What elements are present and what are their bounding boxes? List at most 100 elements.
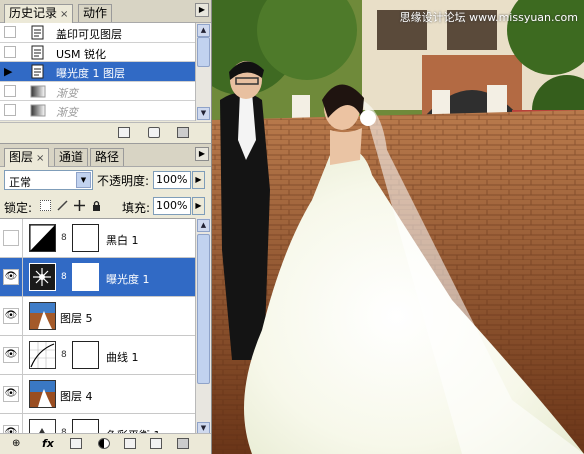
fill-label: 填充: (122, 201, 151, 215)
document-canvas[interactable]: 思缘设计论坛 www.missyuan.com (212, 0, 584, 454)
row-divider (22, 297, 23, 336)
layer-name: 曝光度 1 (106, 273, 150, 286)
curves-adjustment-icon (29, 341, 56, 369)
visibility-toggle[interactable] (3, 230, 19, 246)
watermark: 思缘设计论坛 www.missyuan.com (399, 11, 578, 24)
trash-icon[interactable] (177, 438, 189, 449)
opacity-slider-arrow-icon[interactable]: ▶ (192, 171, 205, 189)
tab-paths[interactable]: 路径 (90, 148, 125, 166)
create-snapshot-icon[interactable] (148, 127, 160, 138)
layer-name: 图层 4 (60, 390, 93, 403)
blend-mode-select[interactable]: 正常 ▼ (4, 170, 93, 190)
chain-link-icon[interactable]: 8 (61, 272, 67, 282)
eye-icon[interactable]: 👁 (3, 269, 19, 285)
scroll-thumb[interactable] (197, 234, 210, 384)
gradient-icon (30, 85, 46, 97)
layer-name: 图层 5 (60, 312, 93, 325)
fill-field[interactable]: 100% (153, 197, 191, 215)
lock-move-icon[interactable] (74, 200, 85, 211)
layer-row[interactable]: 👁 图层 4 (0, 375, 196, 414)
row-divider (22, 258, 23, 297)
history-item-selected[interactable]: ▶ 曝光度 1 图层 (0, 62, 196, 82)
layer-mask-thumbnail[interactable] (72, 263, 99, 291)
layer-mask-thumbnail[interactable] (72, 341, 99, 369)
snapshot-source-checkbox[interactable] (4, 26, 16, 38)
snapshot-source-checkbox[interactable] (4, 45, 16, 58)
history-state-icon (31, 45, 44, 59)
lock-brush-icon[interactable] (57, 200, 68, 211)
gradient-icon (30, 104, 46, 117)
history-item[interactable]: USM 锐化 (0, 43, 196, 62)
layers-tabbar: 图层 × 通道 路径 ▶ (0, 144, 211, 167)
history-panel: 历史记录 × 动作 ▶ 盖印可见图层 USM 锐化 ▶ 曝光度 1 图层 渐变 … (0, 0, 212, 143)
photo-layer-thumbnail (29, 302, 56, 330)
row-divider (22, 219, 23, 258)
layer-row[interactable]: 👁 8 曲线 1 (0, 336, 196, 375)
eye-icon[interactable]: 👁 (3, 347, 19, 363)
new-layer-icon[interactable] (150, 438, 162, 449)
layer-name: 曲线 1 (106, 351, 139, 364)
scroll-thumb[interactable] (197, 37, 210, 67)
history-item-label: 盖印可见图层 (56, 28, 122, 41)
history-item-label: 渐变 (56, 86, 78, 100)
tab-channels[interactable]: 通道 (54, 148, 89, 166)
history-item-label: 曝光度 1 图层 (56, 67, 125, 80)
lock-all-icon[interactable] (91, 200, 102, 211)
tab-paths-label: 路径 (95, 150, 120, 164)
exposure-adjustment-icon (29, 263, 56, 291)
history-item[interactable]: 盖印可见图层 (0, 23, 196, 43)
tab-layers-label: 图层 (9, 150, 34, 164)
snapshot-source-checkbox[interactable] (4, 84, 16, 97)
history-state-icon (31, 64, 44, 79)
opacity-label: 不透明度: (97, 174, 150, 188)
tab-channels-label: 通道 (59, 150, 84, 164)
snapshot-source-checkbox[interactable] (4, 104, 16, 116)
tab-actions[interactable]: 动作 (78, 4, 113, 22)
add-mask-icon[interactable] (70, 438, 82, 449)
close-icon[interactable]: × (60, 9, 68, 20)
lock-label: 锁定: (4, 201, 33, 215)
tab-history[interactable]: 历史记录 × (4, 4, 74, 23)
layer-row[interactable]: 8 黑白 1 (0, 219, 196, 258)
eye-icon[interactable]: 👁 (3, 308, 19, 324)
layer-name: 黑白 1 (106, 234, 139, 247)
tab-history-label: 历史记录 (9, 6, 58, 20)
tab-layers[interactable]: 图层 × (4, 148, 50, 167)
layer-mask-thumbnail[interactable] (72, 224, 99, 252)
history-item-label: 渐变 (56, 106, 78, 119)
panel-menu-icon[interactable]: ▶ (195, 147, 209, 161)
adjustment-layer-icon[interactable] (98, 438, 110, 449)
tab-actions-label: 动作 (83, 6, 108, 20)
layers-panel: 图层 × 通道 路径 ▶ 正常 ▼ 不透明度: 100% ▶ 锁定: 填充: 10… (0, 143, 212, 454)
layer-row-selected[interactable]: 👁 8 曝光度 1 (0, 258, 196, 297)
history-item-label: USM 锐化 (56, 47, 107, 61)
chain-link-icon[interactable]: 8 (61, 350, 67, 360)
opacity-field[interactable]: 100% (153, 171, 191, 189)
row-divider (22, 336, 23, 375)
chain-link-icon[interactable]: 8 (61, 233, 67, 243)
scroll-up-icon[interactable]: ▲ (197, 24, 210, 37)
history-state-icon (31, 25, 44, 40)
close-icon[interactable]: × (36, 153, 44, 164)
history-item[interactable]: 渐变 (0, 101, 196, 121)
eye-icon[interactable]: 👁 (3, 386, 19, 402)
layers-footer: ⊕ fx (0, 433, 211, 454)
new-document-from-state-icon[interactable] (118, 127, 130, 138)
lock-transparent-icon[interactable] (40, 200, 51, 211)
wedding-photo (212, 0, 584, 454)
photoshop-workspace: 思缘设计论坛 www.missyuan.com 历史记录 × 动作 ▶ 盖印可见图… (0, 0, 584, 454)
trash-icon[interactable] (177, 127, 189, 138)
scroll-up-icon[interactable]: ▲ (197, 219, 210, 232)
fill-slider-arrow-icon[interactable]: ▶ (192, 197, 205, 215)
layer-style-fx-icon[interactable]: fx (42, 437, 54, 450)
layers-scrollbar[interactable]: ▲ ▼ (195, 218, 211, 436)
scroll-down-icon[interactable]: ▼ (197, 107, 210, 120)
history-tabbar: 历史记录 × 动作 ▶ (0, 0, 211, 23)
chevron-down-icon[interactable]: ▼ (76, 172, 91, 188)
layer-row[interactable]: 👁 图层 5 (0, 297, 196, 336)
history-scrollbar[interactable]: ▲ ▼ (195, 23, 211, 121)
history-item[interactable]: 渐变 (0, 82, 196, 101)
panel-menu-icon[interactable]: ▶ (195, 3, 209, 17)
new-group-folder-icon[interactable] (124, 438, 136, 449)
link-layers-icon[interactable]: ⊕ (12, 438, 24, 449)
